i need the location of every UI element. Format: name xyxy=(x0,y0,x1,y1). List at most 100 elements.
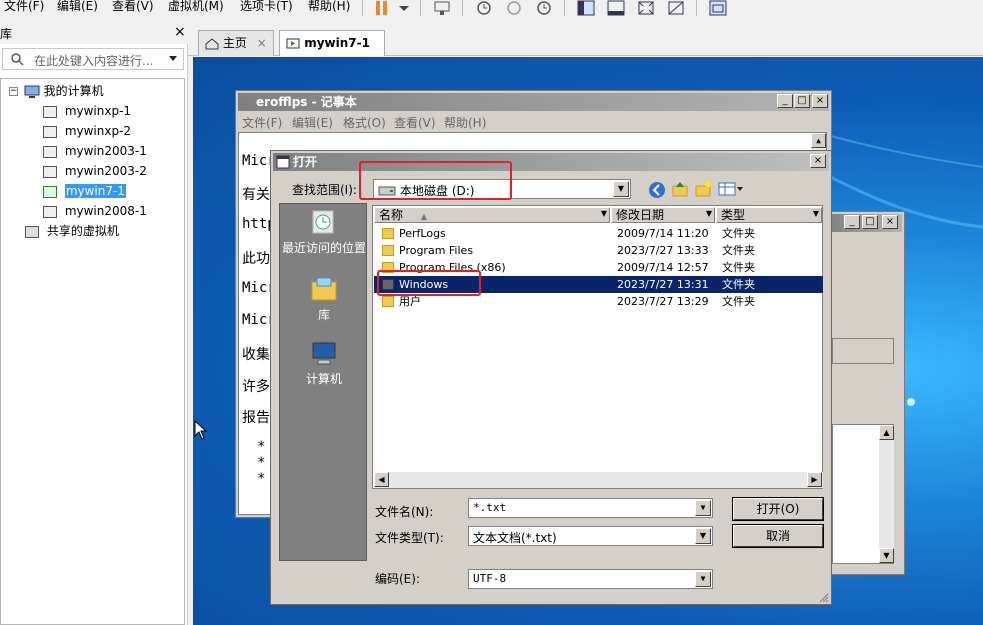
column-label: 修改日期 xyxy=(616,208,665,222)
minimize-icon[interactable]: _ xyxy=(777,94,793,108)
tab-home[interactable]: 主页 × xyxy=(198,30,274,56)
view-menu-icon[interactable] xyxy=(718,181,744,197)
notepad-menu-edit[interactable]: 编辑(E) xyxy=(292,114,333,131)
close-icon[interactable]: × xyxy=(810,154,826,168)
library-title: 库 xyxy=(0,27,13,41)
column-header-date[interactable]: 修改日期 xyxy=(611,207,715,223)
chevron-down-icon[interactable]: ▼ xyxy=(695,500,711,516)
file-list[interactable]: 名称 ▲ ▼ 修改日期 ▼ 类型 ▼ PerfLogs 2009/7/14 11… xyxy=(372,205,823,489)
open-file-dialog[interactable]: 打开 × 查找范围(I): 本地磁盘 (D:) ▼ 最近访问的位置 库 计算机 … xyxy=(270,150,832,605)
menu-help[interactable]: 帮助(H) xyxy=(308,0,350,14)
file-date: 2009/7/14 11:20 xyxy=(617,227,709,240)
maximize-icon[interactable]: □ xyxy=(794,94,810,108)
library-view-icon[interactable] xyxy=(576,0,596,16)
library-search-input[interactable]: 在此处键入内容进行... xyxy=(2,48,184,70)
chevron-down-icon[interactable] xyxy=(169,56,177,62)
file-row[interactable]: PerfLogs 2009/7/14 11:20 文件夹 xyxy=(374,225,823,242)
resize-grip-icon[interactable] xyxy=(817,591,829,603)
close-icon[interactable]: × xyxy=(812,94,828,108)
tree-item-vm[interactable]: mywin2003-2 xyxy=(43,162,147,180)
text-line: 此功 xyxy=(242,251,270,267)
scroll-left-icon[interactable]: ◀ xyxy=(374,472,389,487)
horizontal-scrollbar[interactable]: ◀ ▶ xyxy=(374,472,823,488)
notepad-menubar: 文件(F) 编辑(E) 格式(O) 查看(V) 帮助(H) xyxy=(236,112,831,130)
file-row[interactable]: Program Files 2023/7/27 13:33 文件夹 xyxy=(374,242,823,259)
place-label: 库 xyxy=(317,308,330,322)
text-line: 有关 xyxy=(242,187,270,203)
tree-item-vm[interactable]: mywinxp-1 xyxy=(43,102,131,120)
places-bar: 最近访问的位置 库 计算机 xyxy=(279,203,367,561)
maximize-icon[interactable]: □ xyxy=(862,215,878,229)
menu-view[interactable]: 查看(V) xyxy=(112,0,154,14)
tab-mywin7-1[interactable]: mywin7-1 × xyxy=(279,30,385,74)
fullscreen-icon[interactable] xyxy=(636,0,656,16)
close-icon[interactable]: × xyxy=(257,36,267,50)
filename-input[interactable]: *.txt ▼ xyxy=(468,498,713,518)
notepad-menu-help[interactable]: 帮助(H) xyxy=(444,114,486,131)
scroll-right-icon[interactable]: ▶ xyxy=(807,472,822,487)
place-computer[interactable]: 计算机 xyxy=(280,340,368,387)
chevron-down-icon[interactable]: ▼ xyxy=(703,209,715,221)
notepad-menu-format[interactable]: 格式(O) xyxy=(343,114,386,131)
menu-edit[interactable]: 编辑(E) xyxy=(57,0,98,14)
place-library[interactable]: 库 xyxy=(280,276,368,323)
scroll-up-icon[interactable]: ▲ xyxy=(811,133,826,148)
pause-icon[interactable] xyxy=(372,0,392,16)
background-window-textarea[interactable]: ▲ ▼ xyxy=(832,424,894,564)
chevron-down-icon[interactable]: ▼ xyxy=(695,528,711,544)
revert-snapshot-icon[interactable] xyxy=(504,0,524,16)
new-folder-icon[interactable] xyxy=(694,180,712,198)
tree-item-vm[interactable]: mywin2008-1 xyxy=(43,202,147,220)
column-header-name[interactable]: 名称 ▲ xyxy=(374,207,610,223)
minimize-icon[interactable]: _ xyxy=(844,215,860,229)
cancel-button[interactable]: 取消 xyxy=(732,524,824,548)
app-icon xyxy=(276,155,290,169)
chevron-down-icon[interactable] xyxy=(394,0,414,16)
console-view-icon[interactable] xyxy=(606,0,626,16)
up-folder-icon[interactable] xyxy=(671,180,689,198)
filetype-dropdown[interactable]: 文本文档(*.txt) ▼ xyxy=(468,526,713,546)
send-ctrl-alt-del-icon[interactable] xyxy=(432,0,452,16)
library-header: 库 × xyxy=(0,22,188,44)
open-button[interactable]: 打开(O) xyxy=(732,497,824,521)
chevron-down-icon[interactable]: ▼ xyxy=(613,181,629,197)
tree-item-shared-vms[interactable]: 共享的虚拟机 xyxy=(25,222,119,240)
tree-item-vm[interactable]: mywin2003-1 xyxy=(43,142,147,160)
scrollbar[interactable]: ▲ ▼ xyxy=(879,425,894,563)
cancel-button-label: 取消 xyxy=(765,529,790,543)
menu-file[interactable]: 文件(F) xyxy=(4,0,44,14)
place-recent[interactable]: 最近访问的位置 xyxy=(280,209,368,256)
chevron-down-icon[interactable]: ▼ xyxy=(695,571,711,587)
menu-tabs[interactable]: 选项卡(T) xyxy=(240,0,293,14)
close-icon[interactable]: × xyxy=(174,24,186,40)
tree-item-my-computer[interactable]: − 我的计算机 xyxy=(9,82,104,100)
tree-label: mywin2003-1 xyxy=(64,144,147,158)
chevron-down-icon[interactable]: ▼ xyxy=(810,209,822,221)
library-panel: 库 × 在此处键入内容进行... − 我的计算机 mywinxp-1 mywin… xyxy=(0,22,188,625)
tree-item-vm[interactable]: mywinxp-2 xyxy=(43,122,131,140)
scroll-down-icon[interactable]: ▼ xyxy=(879,548,894,563)
recent-places-icon xyxy=(312,210,334,234)
close-icon[interactable]: × xyxy=(882,215,898,229)
snapshot-manager-icon[interactable] xyxy=(534,0,554,16)
collapse-icon[interactable]: − xyxy=(9,87,18,96)
vm-running-icon xyxy=(43,185,57,198)
menu-vm[interactable]: 虚拟机(M) xyxy=(168,0,224,14)
notepad-menu-view[interactable]: 查看(V) xyxy=(394,114,436,131)
tree-item-vm-selected[interactable]: mywin7-1 xyxy=(43,182,126,200)
notepad-menu-file[interactable]: 文件(F) xyxy=(242,114,282,131)
chevron-down-icon[interactable]: ▼ xyxy=(598,209,610,221)
encoding-dropdown[interactable]: UTF-8 ▼ xyxy=(468,569,713,589)
back-icon[interactable] xyxy=(648,181,666,199)
filename-label: 文件名(N): xyxy=(375,505,434,519)
snapshot-icon[interactable] xyxy=(474,0,494,16)
place-label: 最近访问的位置 xyxy=(281,241,366,255)
scroll-up-icon[interactable]: ▲ xyxy=(879,425,894,440)
background-window-field[interactable] xyxy=(832,338,894,364)
view-switch-icon[interactable] xyxy=(708,0,728,16)
unity-icon[interactable] xyxy=(666,0,686,16)
column-header-type[interactable]: 类型 xyxy=(716,207,822,223)
folder-icon xyxy=(382,228,394,239)
folder-icon xyxy=(382,296,394,307)
background-window[interactable]: _ □ × ▲ ▼ xyxy=(823,211,905,575)
